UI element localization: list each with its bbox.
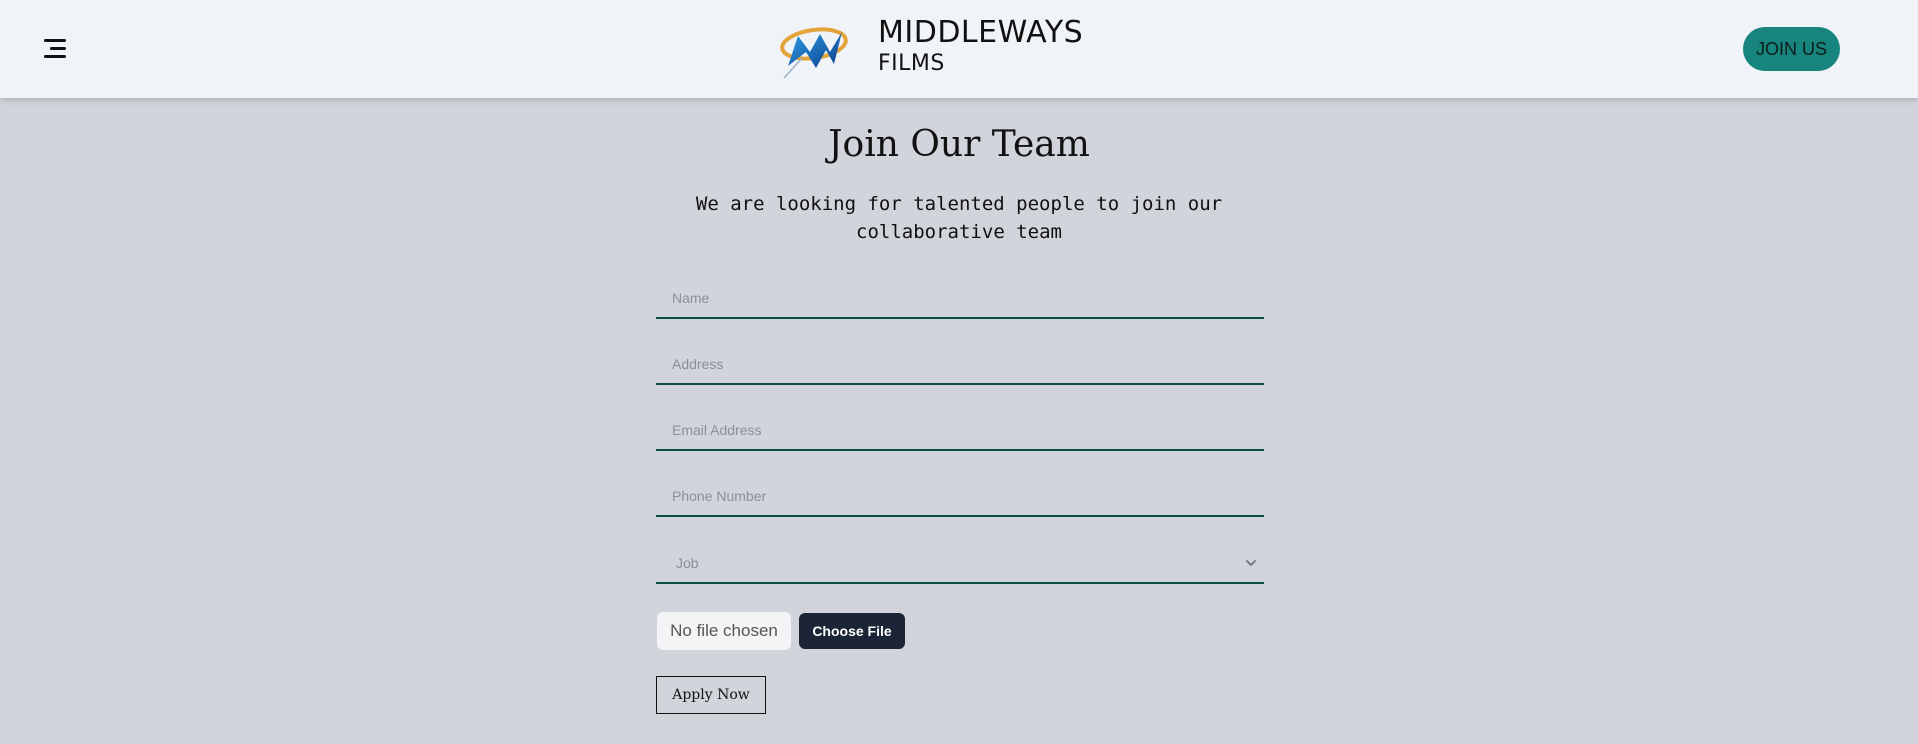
address-field[interactable] [656,345,1264,383]
address-field-wrapper [656,345,1264,385]
join-us-button[interactable]: JOIN US [1743,27,1840,71]
site-header: MIDDLEWAYS FILMS JOIN US [0,0,1918,98]
page-title: Join Our Team [828,124,1090,165]
email-field[interactable] [656,411,1264,449]
email-field-wrapper [656,411,1264,451]
middleways-logo [780,27,848,79]
brand-name: MIDDLEWAYS [878,15,1084,50]
page-subtitle: We are looking for talented people to jo… [695,193,1223,243]
phone-field-wrapper [656,477,1264,517]
brand[interactable]: MIDDLEWAYS FILMS [776,14,1106,84]
join-form-section: Join Our Team We are looking for talente… [0,98,1918,744]
name-field[interactable] [656,279,1264,317]
name-field-wrapper [656,279,1264,319]
choose-file-button[interactable]: Choose File [799,613,905,649]
phone-field[interactable] [656,477,1264,515]
file-status: No file chosen [657,612,791,650]
brand-subtitle: FILMS [878,51,945,76]
hamburger-menu-icon[interactable] [42,36,70,62]
job-select[interactable]: Job [656,544,1264,582]
apply-now-button[interactable]: Apply Now [656,676,766,714]
job-select-wrapper: Job [656,544,1264,584]
